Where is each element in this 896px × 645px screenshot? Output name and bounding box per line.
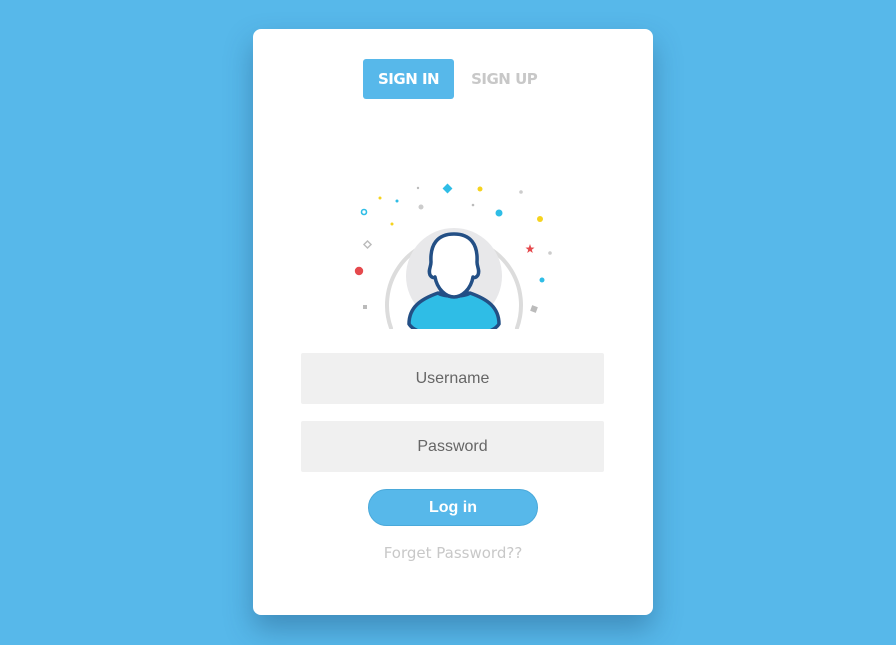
auth-tabs: SIGN IN SIGN UP [363, 59, 552, 99]
password-input[interactable] [301, 421, 604, 472]
login-button[interactable]: Log in [368, 489, 538, 526]
tab-sign-in[interactable]: SIGN IN [363, 59, 455, 99]
username-input[interactable] [301, 353, 604, 404]
forgot-password-link[interactable]: Forget Password?? [253, 544, 653, 562]
avatar [343, 149, 563, 339]
login-card: SIGN IN SIGN UP Username Log in Forget P… [253, 29, 653, 615]
user-avatar-icon [354, 183, 552, 339]
tab-sign-up[interactable]: SIGN UP [456, 59, 552, 99]
